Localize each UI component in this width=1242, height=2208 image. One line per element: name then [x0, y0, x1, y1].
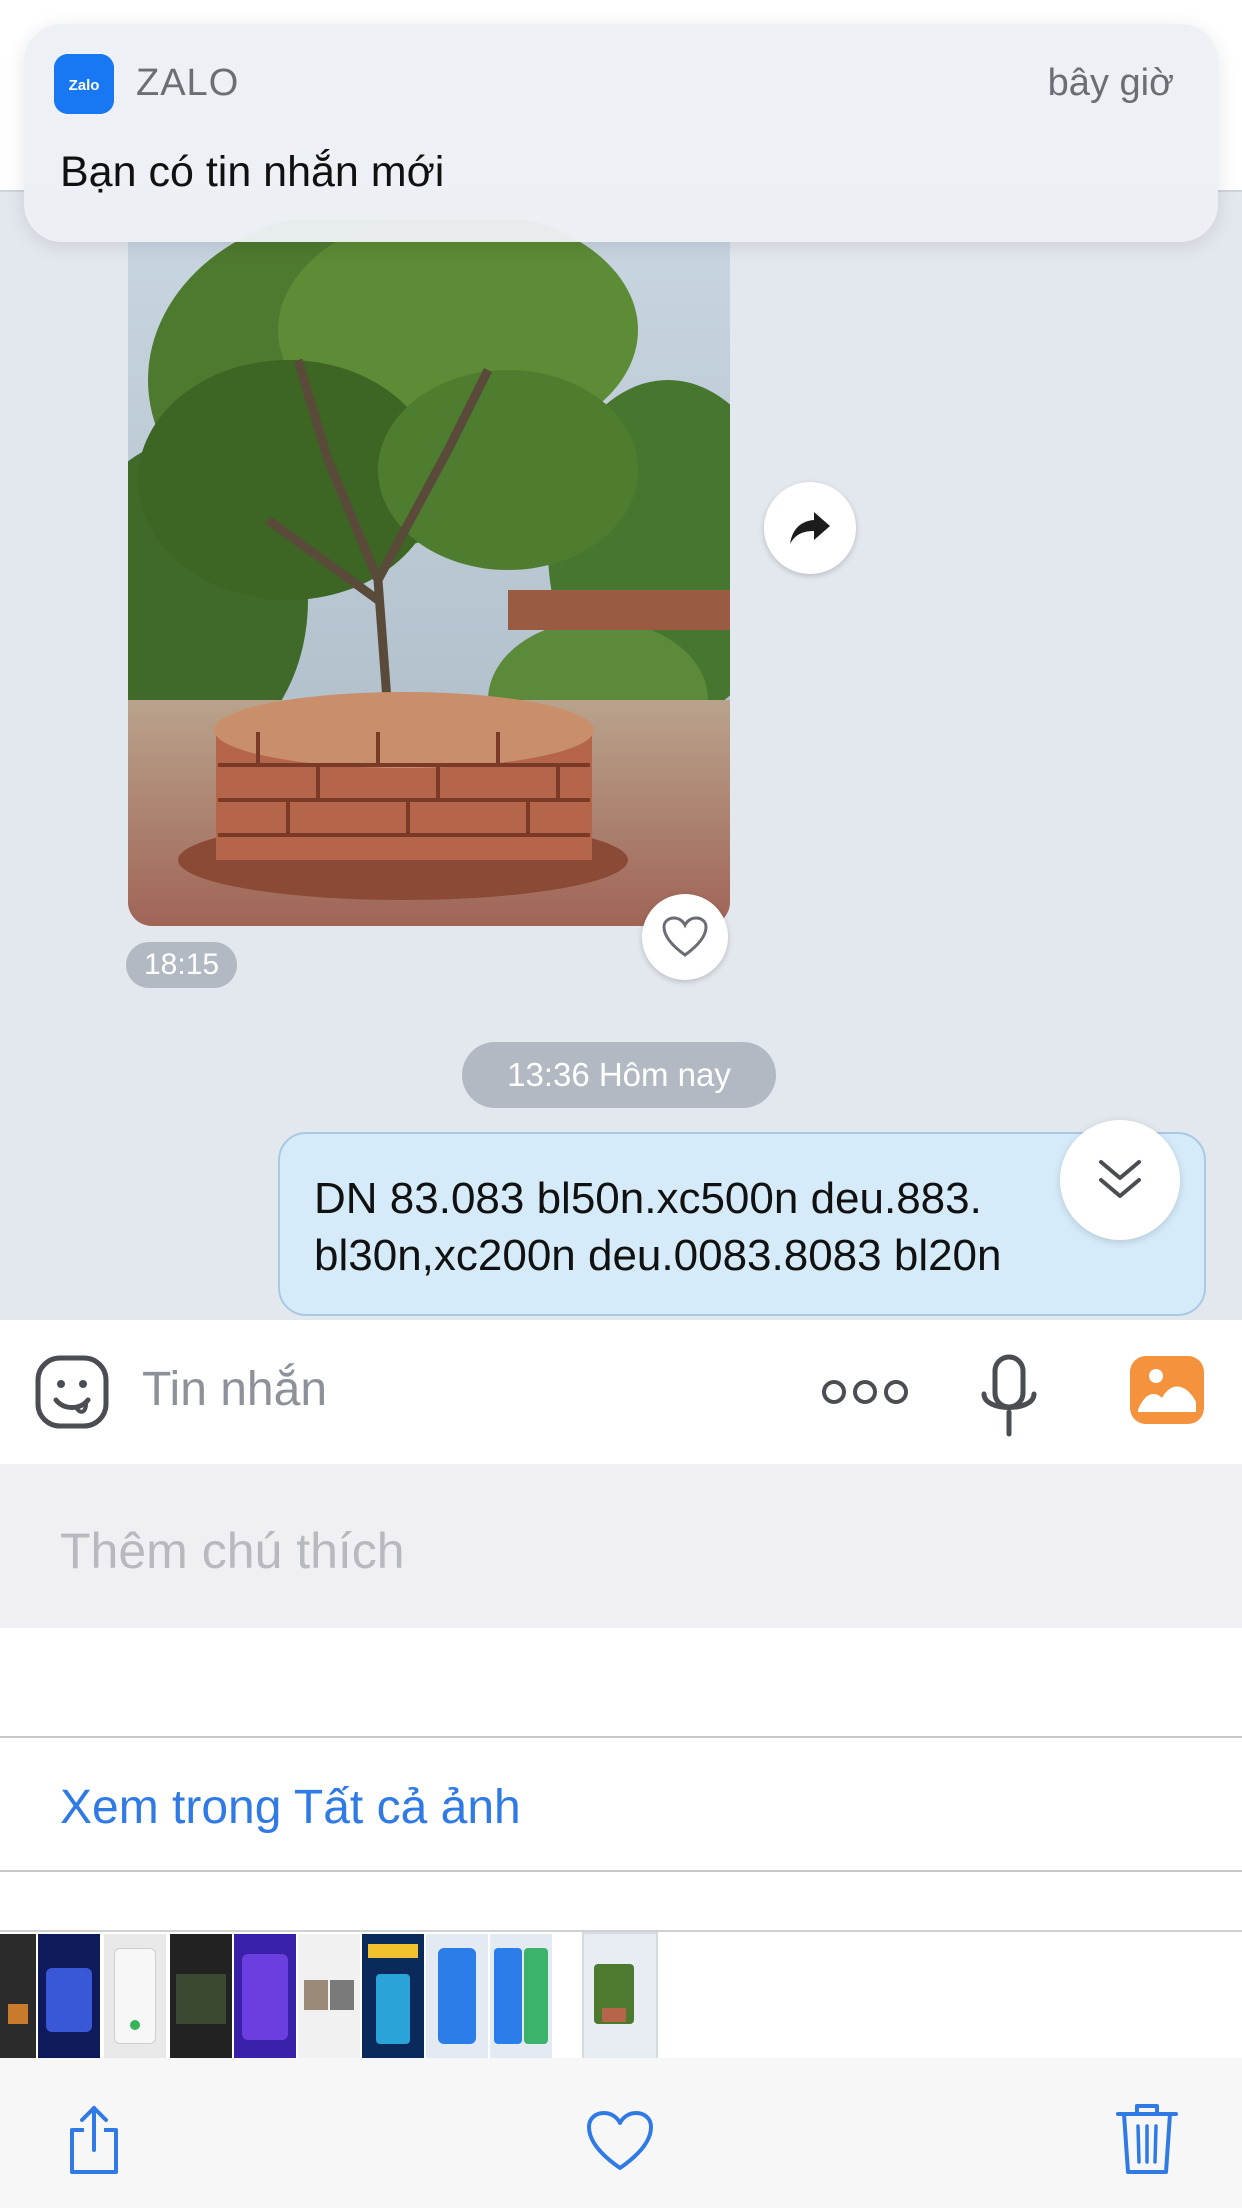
message-line: bl30n,xc200n deu.0083.8083 bl20n [314, 1231, 1002, 1280]
more-options-button[interactable] [820, 1370, 910, 1414]
share-photo-button[interactable] [64, 2104, 124, 2181]
photo-message[interactable] [128, 220, 730, 926]
notification-banner[interactable]: Zalo ZALO bây giờ Bạn có tin nhắn mới [24, 24, 1218, 242]
share-upload-icon [70, 2106, 118, 2174]
view-all-photos-link[interactable]: Xem trong Tất cả ảnh [60, 1780, 521, 1835]
notification-app-name: ZALO [136, 62, 240, 104]
tree-photo-image [128, 220, 730, 926]
message-input[interactable]: Tin nhắn [142, 1362, 327, 1417]
heart-outline-icon [587, 2111, 653, 2170]
favorite-photo-button[interactable] [586, 2110, 654, 2177]
share-icon [790, 512, 830, 544]
photo-thumbnail[interactable] [170, 1934, 232, 2058]
caption-field[interactable]: Thêm chú thích [0, 1464, 1242, 1628]
gallery-button[interactable] [1128, 1354, 1206, 1426]
emoji-button[interactable] [34, 1354, 110, 1430]
notification-time: bây giờ [1047, 62, 1174, 104]
chevron-double-down-icon [1099, 1160, 1141, 1198]
message-input-bar: Tin nhắn [0, 1320, 1242, 1464]
heart-icon [662, 916, 708, 957]
emoji-icon [35, 1355, 109, 1429]
sheet-spacer [0, 1874, 1242, 1932]
delete-photo-button[interactable] [1116, 2102, 1178, 2181]
voice-message-button[interactable] [978, 1354, 1040, 1438]
photo-thumbnail[interactable] [426, 1934, 488, 2058]
photo-thumbnail[interactable] [104, 1934, 166, 2058]
photo-thumbnail[interactable] [298, 1934, 360, 2058]
photo-time-pill: 18:15 [126, 942, 238, 988]
trash-icon [1116, 2104, 1178, 2174]
message-line: DN 83.083 bl50n.xc500n deu.883. [314, 1174, 982, 1223]
photo-thumbnail[interactable] [0, 1934, 36, 2058]
zalo-app-icon: Zalo [54, 54, 114, 114]
photo-thumbnail[interactable] [38, 1934, 100, 2058]
view-all-photos-row[interactable]: Xem trong Tất cả ảnh [0, 1740, 1242, 1872]
more-dots-icon [822, 1380, 908, 1404]
microphone-icon [981, 1354, 1037, 1437]
photo-toolbar [0, 2058, 1242, 2208]
zalo-logo-icon: Zalo [54, 54, 114, 114]
zalo-logo-text: Zalo [69, 77, 100, 94]
share-button[interactable] [764, 482, 856, 574]
photo-thumbnail[interactable] [362, 1934, 424, 2058]
photo-thumbnail-strip[interactable] [0, 1932, 1242, 2060]
date-separator: 13:36 Hôm nay [462, 1042, 776, 1108]
notification-body: Bạn có tin nhắn mới [60, 148, 445, 196]
photo-thumbnail[interactable] [490, 1934, 552, 2058]
like-button[interactable] [642, 894, 728, 980]
sheet-spacer [0, 1628, 1242, 1738]
gallery-icon [1130, 1356, 1204, 1424]
caption-placeholder: Thêm chú thích [60, 1523, 405, 1579]
photo-thumbnail-selected[interactable] [582, 1932, 658, 2060]
scroll-to-bottom-button[interactable] [1060, 1120, 1180, 1240]
photo-thumbnail[interactable] [234, 1934, 296, 2058]
